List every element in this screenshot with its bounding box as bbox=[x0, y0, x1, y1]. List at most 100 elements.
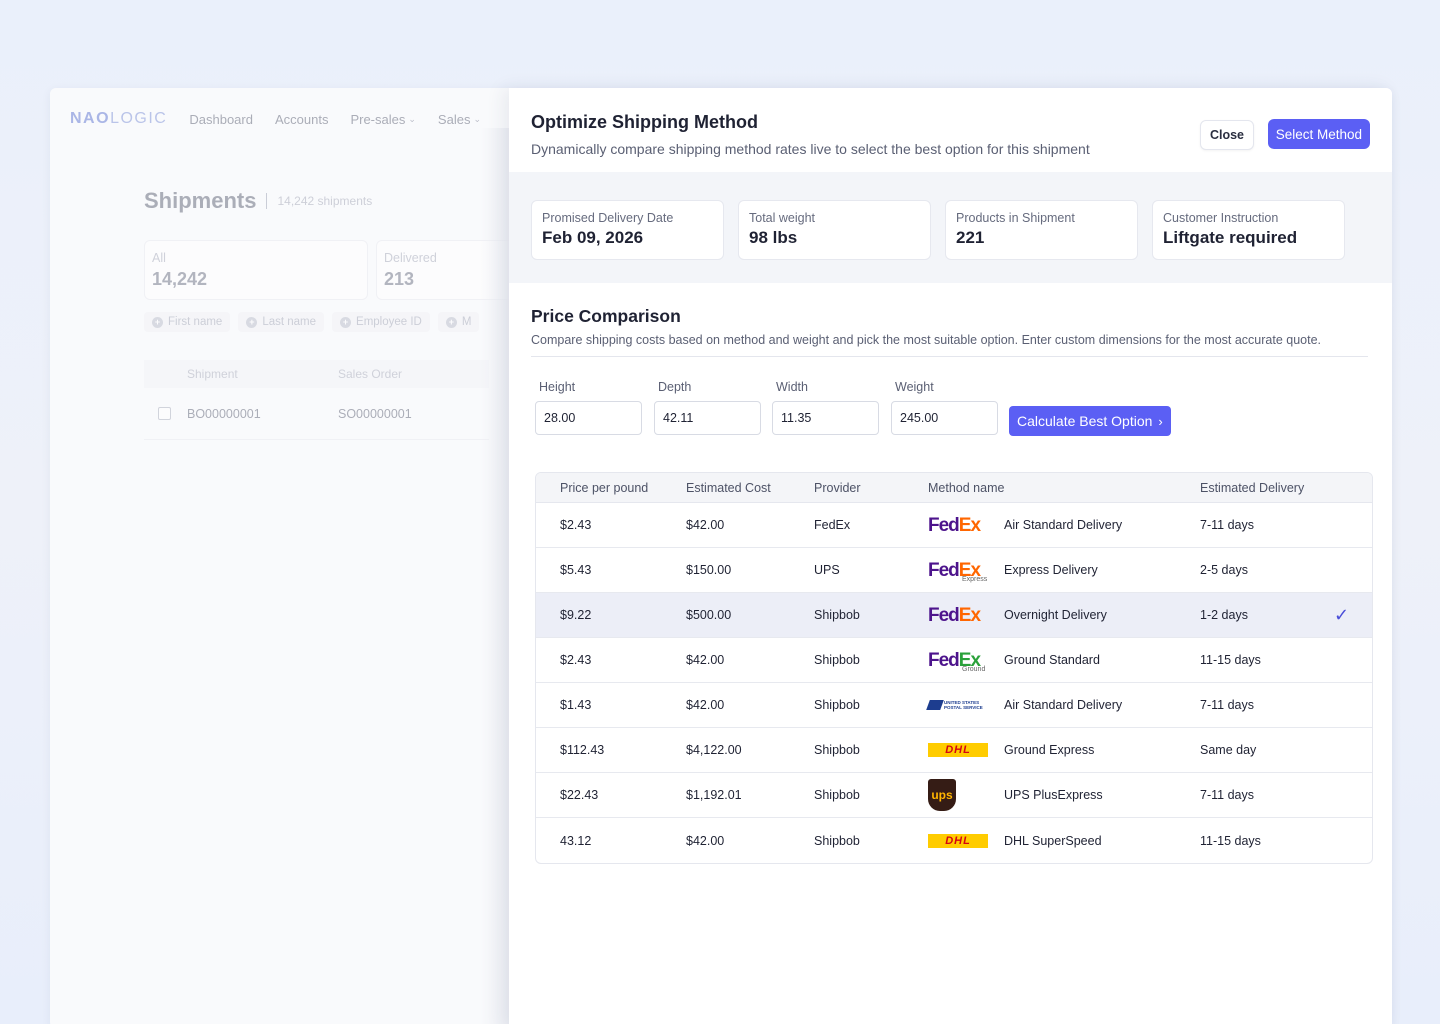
table-row[interactable]: $2.43 $42.00 Shipbob FedEx Ground Ground Stan… bbox=[536, 638, 1372, 683]
depth-field-group: Depth 42.11 bbox=[654, 380, 761, 435]
width-field-group: Width 11.35 bbox=[772, 380, 879, 435]
table-row[interactable]: $22.43 $1,192.01 Shipbob ups UPS PlusExpress… bbox=[536, 773, 1372, 818]
nav-accounts[interactable]: Accounts bbox=[275, 112, 328, 127]
ups-logo-icon: ups bbox=[928, 779, 990, 811]
column-header[interactable]: Sales Order bbox=[338, 367, 402, 381]
modal-edge-shadow bbox=[480, 128, 510, 1024]
method-name: Ground Standard bbox=[1004, 653, 1100, 667]
summary-value: Feb 09, 2026 bbox=[542, 228, 644, 247]
method-cell: FedEx Air Standard Delivery bbox=[928, 510, 1122, 540]
divider bbox=[531, 356, 1368, 357]
price-comparison-title: Price Comparison bbox=[531, 306, 681, 326]
height-input[interactable]: 28.00 bbox=[535, 401, 642, 435]
calculate-best-option-button[interactable]: Calculate Best Option › bbox=[1009, 406, 1171, 436]
method-name: DHL SuperSpeed bbox=[1004, 833, 1102, 848]
field-label: Weight bbox=[895, 380, 934, 394]
price-per-pound: $22.43 bbox=[560, 788, 599, 802]
estimated-cost: $42.00 bbox=[686, 833, 725, 848]
column-header-estimated-delivery[interactable]: Estimated Delivery bbox=[1200, 481, 1304, 495]
dhl-logo-icon: DHL bbox=[928, 735, 990, 765]
column-header-method-name[interactable]: Method name bbox=[928, 481, 1004, 495]
price-per-pound: $1.43 bbox=[560, 698, 592, 712]
chevron-down-icon: ⌄ bbox=[408, 113, 416, 124]
method-name: Ground Express bbox=[1004, 743, 1095, 757]
column-header-provider[interactable]: Provider bbox=[814, 481, 861, 495]
usps-logo-icon: UNITED STATES POSTAL SERVICE bbox=[926, 690, 990, 720]
stat-card-all[interactable]: All 14,242 bbox=[144, 240, 368, 300]
page-title: Shipments bbox=[144, 188, 257, 213]
page-header: Shipments 14,242 shipments bbox=[144, 188, 372, 214]
filter-chips: + First name + Last name + Employee ID + M bbox=[144, 312, 480, 332]
table-row[interactable]: $112.43 $4,122.00 Shipbob DHL Ground Express… bbox=[536, 728, 1372, 773]
depth-input[interactable]: 42.11 bbox=[654, 401, 761, 435]
select-method-button[interactable]: Select Method bbox=[1267, 119, 1370, 149]
check-icon: ✓ bbox=[1334, 604, 1350, 625]
method-cell: UNITED STATES POSTAL SERVICE Air Standard… bbox=[926, 690, 1123, 720]
nav-pre-sales[interactable]: Pre-sales ⌄ bbox=[350, 112, 415, 127]
summary-label: Products in Shipment bbox=[956, 211, 1075, 225]
summary-label: Total weight bbox=[749, 211, 816, 225]
summary-value: 221 bbox=[956, 228, 985, 247]
method-name: UPS PlusExpress bbox=[1004, 788, 1103, 802]
field-label: Width bbox=[776, 380, 808, 394]
close-button[interactable]: Close bbox=[1199, 120, 1254, 150]
table-row[interactable]: $2.43 $42.00 FedEx FedEx Air Standard Delive… bbox=[536, 503, 1372, 548]
stat-value: 14,242 bbox=[152, 269, 208, 289]
row-checkbox[interactable] bbox=[158, 407, 171, 420]
field-label: Height bbox=[539, 380, 576, 394]
summary-total-weight: Total weight 98 lbs bbox=[738, 200, 931, 260]
method-cell: FedEx Ground Ground Standard bbox=[928, 645, 1100, 675]
price-per-pound: $5.43 bbox=[560, 563, 592, 577]
logo-sub-label: Ground bbox=[962, 666, 986, 673]
provider: Shipbob bbox=[814, 653, 860, 667]
weight-input[interactable]: 245.00 bbox=[891, 401, 998, 435]
fedex-logo-icon: FedEx Ground bbox=[928, 649, 986, 674]
estimated-delivery: 11-15 days bbox=[1200, 833, 1261, 848]
weight-field-group: Weight 245.00 bbox=[891, 380, 998, 435]
provider: Shipbob bbox=[814, 788, 860, 802]
nav-sales[interactable]: Sales ⌄ bbox=[438, 112, 481, 127]
estimated-cost: $42.00 bbox=[686, 698, 725, 712]
width-input[interactable]: 11.35 bbox=[772, 401, 879, 435]
method-cell: ups UPS PlusExpress bbox=[928, 779, 1103, 811]
provider: FedEx bbox=[814, 518, 851, 532]
method-name: Air Standard Delivery bbox=[1004, 698, 1123, 712]
method-cell: FedEx Express Express Delivery bbox=[928, 555, 1098, 585]
estimated-delivery: 7-11 days bbox=[1200, 698, 1254, 712]
table-row[interactable]: BO00000001 SO00000001 bbox=[144, 388, 489, 440]
column-header-estimated-cost[interactable]: Estimated Cost bbox=[686, 481, 771, 495]
column-header-price-per-pound[interactable]: Price per pound bbox=[560, 481, 648, 495]
estimated-cost: $150.00 bbox=[686, 563, 732, 577]
plus-icon: + bbox=[445, 316, 457, 328]
shipment-summary: Promised Delivery Date Feb 09, 2026 Tota… bbox=[509, 172, 1392, 283]
nav-dashboard[interactable]: Dashboard bbox=[189, 112, 253, 127]
modal-header: Optimize Shipping Method Dynamically com… bbox=[509, 88, 1392, 172]
provider: Shipbob bbox=[814, 608, 860, 622]
sales-order-id: SO00000001 bbox=[338, 406, 412, 421]
filter-last-name[interactable]: + Last name bbox=[238, 312, 325, 332]
summary-products: Products in Shipment 221 bbox=[945, 200, 1138, 260]
estimated-delivery: 11-15 days bbox=[1200, 653, 1261, 667]
button-label: Calculate Best Option bbox=[1017, 413, 1153, 429]
filter-more[interactable]: + M bbox=[437, 312, 480, 332]
price-comparison-table: Price per pound Estimated Cost Provider … bbox=[535, 472, 1373, 864]
plus-icon: + bbox=[340, 316, 352, 328]
estimated-cost: $4,122.00 bbox=[686, 743, 742, 757]
column-header[interactable]: Shipment bbox=[187, 367, 338, 381]
filter-first-name[interactable]: + First name bbox=[144, 312, 231, 332]
naologic-logo[interactable]: NAOLOGIC bbox=[70, 110, 167, 128]
table-row[interactable]: $5.43 $150.00 UPS FedEx Express Express Deliv… bbox=[536, 548, 1372, 593]
top-nav: NAOLOGIC Dashboard Accounts Pre-sales ⌄ S… bbox=[70, 110, 481, 128]
table-row[interactable]: $9.22 $500.00 Shipbob FedEx Overnight Delive… bbox=[536, 593, 1372, 638]
table-row[interactable]: 43.12 $42.00 Shipbob DHL DHL SuperSpeed 11-15… bbox=[536, 818, 1372, 863]
method-cell: DHL Ground Express bbox=[928, 735, 1094, 765]
table-body: $2.43 $42.00 FedEx FedEx Air Standard Delive… bbox=[536, 503, 1372, 863]
summary-delivery-date: Promised Delivery Date Feb 09, 2026 bbox=[531, 200, 724, 260]
table-row[interactable]: $1.43 $42.00 Shipbob UNITED STATES POSTAL S… bbox=[536, 683, 1372, 728]
height-field-group: Height 28.00 bbox=[535, 380, 642, 435]
price-comparison-subtitle: Compare shipping costs based on method a… bbox=[531, 333, 1322, 347]
price-per-pound: $2.43 bbox=[560, 653, 592, 667]
filter-employee-id[interactable]: + Employee ID bbox=[332, 312, 430, 332]
summary-value: Liftgate required bbox=[1163, 228, 1298, 247]
fedex-logo-icon: FedEx bbox=[928, 604, 981, 626]
